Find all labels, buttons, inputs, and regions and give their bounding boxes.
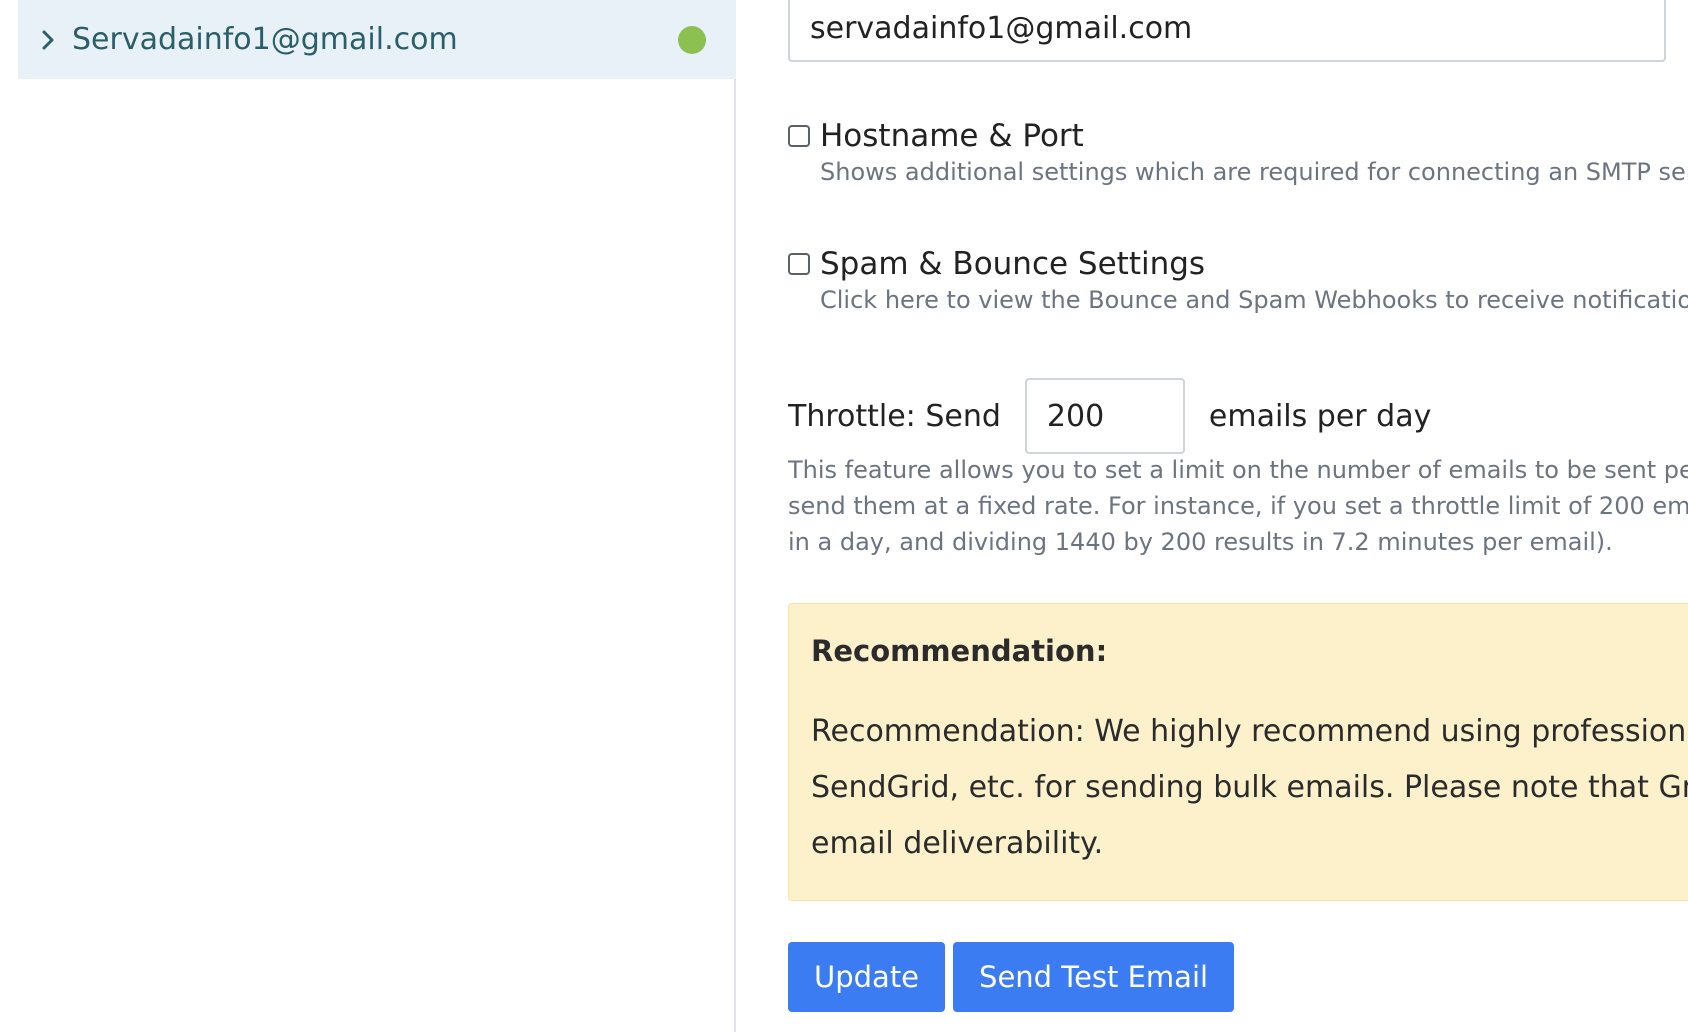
account-label: Servadainfo1@gmail.com (72, 22, 458, 57)
send-test-email-button[interactable]: Send Test Email (953, 942, 1235, 1012)
spam-bounce-option: Spam & Bounce Settings Click here to vie… (788, 246, 1688, 314)
hostname-port-option: Hostname & Port Shows additional setting… (788, 118, 1688, 186)
spam-bounce-checkbox[interactable] (788, 253, 810, 275)
throttle-input[interactable] (1024, 378, 1185, 454)
hostname-port-description: Shows additional settings which are requ… (820, 158, 1688, 186)
sidebar-item-account[interactable]: Servadainfo1@gmail.com (18, 0, 736, 79)
throttle-suffix: emails per day (1208, 398, 1432, 434)
throttle-row: Throttle: Send emails per day (788, 378, 1431, 454)
recommendation-body: Recommendation: We highly recommend usin… (811, 704, 1688, 872)
spam-bounce-label: Spam & Bounce Settings (820, 246, 1206, 282)
throttle-description-line: send them at a fixed rate. For instance,… (788, 492, 1688, 520)
recommendation-line: Recommendation: We highly recommend usin… (811, 714, 1688, 749)
hostname-port-label: Hostname & Port (820, 118, 1084, 154)
spam-bounce-header: Spam & Bounce Settings (788, 246, 1688, 282)
settings-page: Servadainfo1@gmail.com Hostname & Port S… (0, 0, 1688, 1032)
action-buttons: Update Send Test Email (788, 942, 1235, 1012)
recommendation-line: SendGrid, etc. for sending bulk emails. … (811, 770, 1688, 805)
chevron-right-icon[interactable] (28, 29, 68, 51)
recommendation-box: Recommendation: Recommendation: We highl… (788, 603, 1688, 901)
sidebar: Servadainfo1@gmail.com (0, 0, 736, 1032)
throttle-label: Throttle: Send (788, 398, 1001, 434)
throttle-description-line: in a day, and dividing 1440 by 200 resul… (788, 528, 1613, 556)
spam-bounce-description: Click here to view the Bounce and Spam W… (820, 286, 1688, 314)
hostname-port-header: Hostname & Port (788, 118, 1688, 154)
recommendation-title: Recommendation: (811, 634, 1108, 668)
hostname-port-checkbox[interactable] (788, 125, 810, 147)
throttle-description-line: This feature allows you to set a limit o… (788, 456, 1688, 484)
throttle-description: This feature allows you to set a limit o… (788, 452, 1688, 560)
update-button[interactable]: Update (788, 942, 946, 1012)
main-content: Hostname & Port Shows additional setting… (788, 0, 1688, 1032)
recommendation-line: email deliverability. (811, 826, 1104, 861)
status-active-icon (678, 25, 706, 54)
email-field[interactable] (788, 0, 1666, 62)
